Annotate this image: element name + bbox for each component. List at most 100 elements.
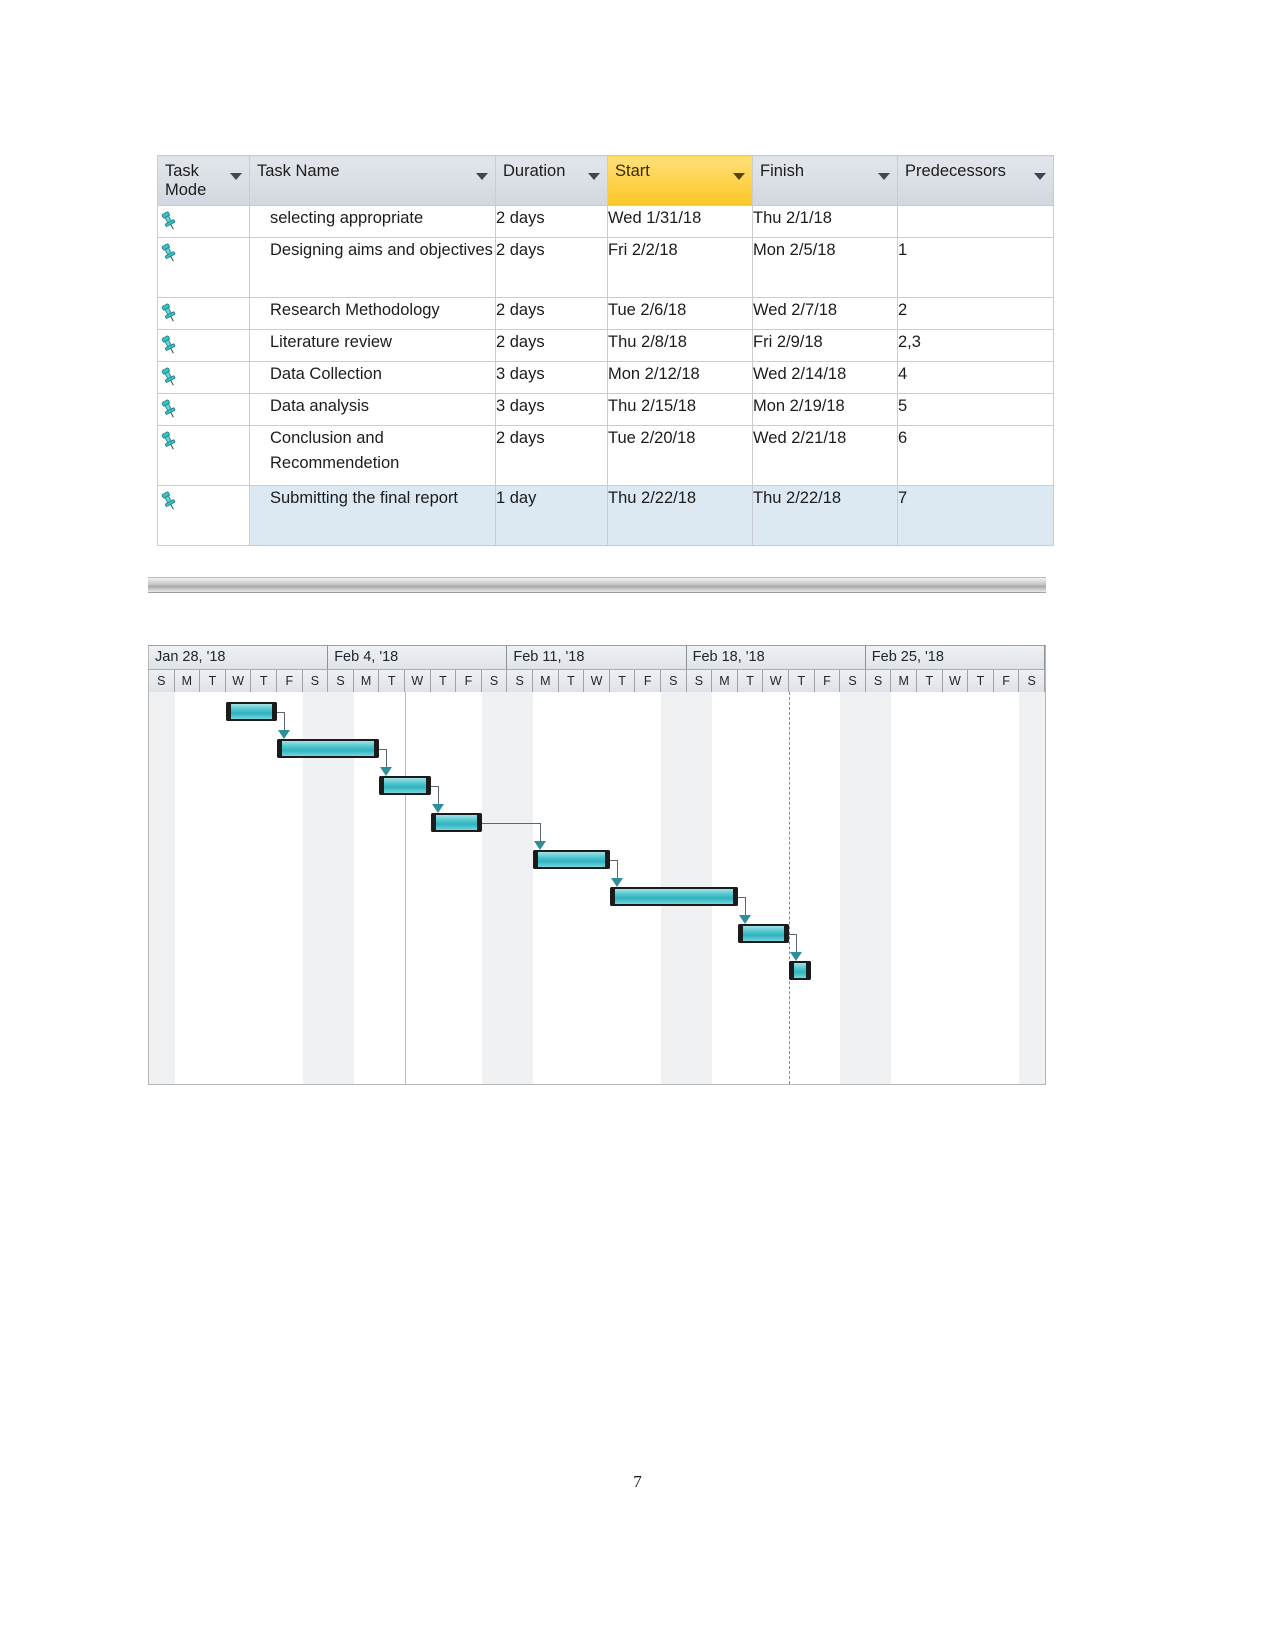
- task-mode-cell[interactable]: [157, 237, 250, 298]
- pane-divider[interactable]: [148, 577, 1046, 593]
- filter-dropdown-icon-task_name[interactable]: [476, 173, 488, 180]
- column-header-predecessors[interactable]: Predecessors: [897, 155, 1054, 206]
- task-name-cell[interactable]: Submitting the final report: [249, 485, 496, 546]
- column-header-finish[interactable]: Finish: [752, 155, 898, 206]
- dependency-link: [437, 785, 439, 805]
- task-mode-cell[interactable]: [157, 393, 250, 426]
- table-row[interactable]: Submitting the final report 1 day Thu 2/22…: [157, 485, 1054, 546]
- finish-date-cell[interactable]: Wed 2/14/18: [752, 361, 898, 394]
- task-mode-cell[interactable]: [157, 485, 250, 546]
- predecessors-cell[interactable]: 2: [897, 297, 1054, 330]
- gantt-day-label: S: [840, 670, 866, 692]
- task-name-cell[interactable]: Literature review: [249, 329, 496, 362]
- finish-date-cell[interactable]: Thu 2/1/18: [752, 205, 898, 238]
- table-row[interactable]: Literature review 2 days Thu 2/8/18 Fri 2/9…: [157, 329, 1054, 362]
- gantt-bar[interactable]: [430, 813, 482, 832]
- duration-cell[interactable]: 2 days: [495, 329, 608, 362]
- duration-cell[interactable]: 2 days: [495, 297, 608, 330]
- table-row[interactable]: selecting appropriate 2 days Wed 1/31/18 Th…: [157, 205, 1054, 238]
- gantt-week-row: Jan 28, '18 Feb 4, '18 Feb 11, '18 Feb 18, …: [149, 646, 1045, 670]
- start-date-cell[interactable]: Thu 2/8/18: [607, 329, 753, 362]
- predecessors-cell[interactable]: [897, 205, 1054, 238]
- finish-date-cell[interactable]: Mon 2/19/18: [752, 393, 898, 426]
- dependency-arrow-icon: [380, 767, 393, 776]
- filter-dropdown-icon-start[interactable]: [733, 173, 745, 180]
- dependency-link: [616, 859, 618, 879]
- start-date-cell[interactable]: Wed 1/31/18: [607, 205, 753, 238]
- gantt-bar[interactable]: [609, 887, 738, 906]
- gantt-day-label: M: [175, 670, 201, 692]
- start-date-cell[interactable]: Tue 2/20/18: [607, 425, 753, 486]
- start-date-cell[interactable]: Tue 2/6/18: [607, 297, 753, 330]
- task-mode-cell[interactable]: [157, 329, 250, 362]
- duration-cell[interactable]: 1 day: [495, 485, 608, 546]
- gantt-day-label: S: [328, 670, 354, 692]
- finish-date-cell[interactable]: Wed 2/21/18: [752, 425, 898, 486]
- column-header-label-start: Start: [615, 162, 650, 180]
- weekend-shading: [865, 692, 892, 1084]
- predecessors-cell[interactable]: 6: [897, 425, 1054, 486]
- gantt-bar[interactable]: [277, 739, 380, 758]
- status-date-line: [789, 692, 790, 1084]
- gantt-day-label: T: [431, 670, 457, 692]
- gantt-day-label: T: [379, 670, 405, 692]
- table-row[interactable]: Research Methodology 2 days Tue 2/6/18 Wed …: [157, 297, 1054, 330]
- dependency-arrow-icon: [278, 730, 290, 739]
- gantt-bar[interactable]: [533, 850, 610, 869]
- start-date-cell[interactable]: Thu 2/22/18: [607, 485, 753, 546]
- table-row[interactable]: Data Collection 3 days Mon 2/12/18 Wed 2/14…: [157, 361, 1054, 394]
- table-row[interactable]: Conclusion and Recommendetion 2 days Tue 2…: [157, 425, 1054, 486]
- predecessors-cell[interactable]: 1: [897, 237, 1054, 298]
- task-mode-cell[interactable]: [157, 361, 250, 394]
- filter-dropdown-icon-duration[interactable]: [588, 173, 600, 180]
- gantt-bar[interactable]: [379, 776, 431, 795]
- pin-icon: [158, 334, 180, 356]
- task-name-cell[interactable]: Data analysis: [249, 393, 496, 426]
- dependency-arrow-icon: [738, 915, 751, 924]
- gantt-day-label: S: [866, 670, 892, 692]
- task-mode-cell[interactable]: [157, 425, 250, 486]
- start-date-cell[interactable]: Mon 2/12/18: [607, 361, 753, 394]
- column-header-task_name[interactable]: Task Name: [249, 155, 496, 206]
- dependency-link: [481, 822, 540, 824]
- filter-dropdown-icon-finish[interactable]: [878, 173, 890, 180]
- pin-icon: [158, 398, 180, 420]
- duration-cell[interactable]: 3 days: [495, 393, 608, 426]
- finish-date-cell[interactable]: Fri 2/9/18: [752, 329, 898, 362]
- predecessors-cell[interactable]: 4: [897, 361, 1054, 394]
- task-name-cell[interactable]: Data Collection: [249, 361, 496, 394]
- duration-cell[interactable]: 2 days: [495, 205, 608, 238]
- table-row[interactable]: Data analysis 3 days Thu 2/15/18 Mon 2/19/1…: [157, 393, 1054, 426]
- task-name-cell[interactable]: Conclusion and Recommendetion: [249, 425, 496, 486]
- finish-date-cell[interactable]: Thu 2/22/18: [752, 485, 898, 546]
- filter-dropdown-icon-task_mode[interactable]: [230, 173, 242, 180]
- duration-cell[interactable]: 3 days: [495, 361, 608, 394]
- gantt-bar[interactable]: [789, 961, 811, 980]
- gantt-day-label: F: [815, 670, 841, 692]
- task-mode-cell[interactable]: [157, 205, 250, 238]
- duration-cell[interactable]: 2 days: [495, 425, 608, 486]
- start-date-cell[interactable]: Fri 2/2/18: [607, 237, 753, 298]
- column-header-task_mode[interactable]: Task Mode: [157, 155, 250, 206]
- column-header-duration[interactable]: Duration: [495, 155, 608, 206]
- gantt-bar[interactable]: [737, 924, 790, 943]
- page-number: 7: [633, 1472, 642, 1491]
- task-mode-cell[interactable]: [157, 297, 250, 330]
- predecessors-cell[interactable]: 7: [897, 485, 1054, 546]
- finish-date-cell[interactable]: Wed 2/7/18: [752, 297, 898, 330]
- dependency-arrow-icon: [790, 952, 802, 961]
- start-date-cell[interactable]: Thu 2/15/18: [607, 393, 753, 426]
- column-header-start[interactable]: Start: [607, 155, 753, 206]
- task-name-cell[interactable]: selecting appropriate: [249, 205, 496, 238]
- task-name-cell[interactable]: Research Methodology: [249, 297, 496, 330]
- task-name-cell[interactable]: Designing aims and objectives: [249, 237, 496, 298]
- gantt-day-label: S: [482, 670, 508, 692]
- table-row[interactable]: Designing aims and objectives 2 days Fri 2…: [157, 237, 1054, 298]
- gantt-bar[interactable]: [225, 702, 278, 721]
- predecessors-cell[interactable]: 2,3: [897, 329, 1054, 362]
- finish-date-cell[interactable]: Mon 2/5/18: [752, 237, 898, 298]
- filter-dropdown-icon-predecessors[interactable]: [1034, 173, 1046, 180]
- pin-icon: [158, 302, 180, 324]
- duration-cell[interactable]: 2 days: [495, 237, 608, 298]
- predecessors-cell[interactable]: 5: [897, 393, 1054, 426]
